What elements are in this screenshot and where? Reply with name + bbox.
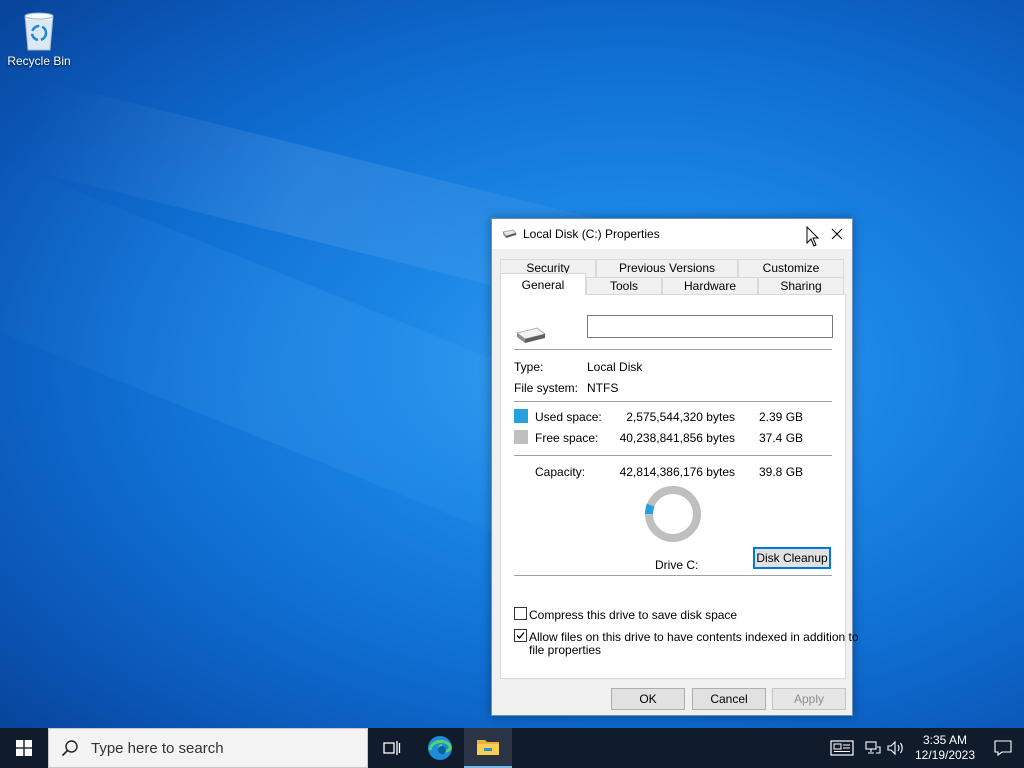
- network-icon: [865, 741, 881, 754]
- notification-icon: [994, 740, 1012, 756]
- divider: [514, 575, 832, 576]
- action-center-button[interactable]: [982, 728, 1024, 768]
- tab-general[interactable]: General: [500, 273, 586, 295]
- speaker-icon: [887, 741, 903, 755]
- recycle-bin-shortcut[interactable]: Recycle Bin: [4, 8, 74, 68]
- free-space-arc: [645, 486, 701, 542]
- start-button[interactable]: [0, 728, 48, 768]
- used-space-gb: 2.39 GB: [759, 410, 804, 424]
- drive-name-input[interactable]: [587, 315, 833, 338]
- divider: [514, 401, 832, 402]
- tab-hardware[interactable]: Hardware: [662, 277, 758, 295]
- free-space-gb: 37.4 GB: [759, 431, 804, 445]
- apply-button[interactable]: Apply: [772, 688, 846, 710]
- taskbar-search-box[interactable]: Type here to search: [48, 728, 368, 768]
- volume-button[interactable]: [884, 728, 908, 768]
- compress-checkbox[interactable]: [514, 607, 527, 620]
- taskbar: Type here to search 3:35 AM 12/19/2023: [0, 728, 1024, 768]
- dialog-titlebar[interactable]: Local Disk (C:) Properties: [492, 219, 852, 249]
- file-explorer-taskbar-button[interactable]: [464, 728, 512, 768]
- search-icon: [61, 740, 78, 757]
- windows-logo-icon: [16, 740, 32, 756]
- dialog-title: Local Disk (C:) Properties: [523, 227, 660, 241]
- tab-previous-versions[interactable]: Previous Versions: [596, 259, 738, 277]
- file-system-value: NTFS: [587, 381, 619, 395]
- index-label: Allow files on this drive to have conten…: [529, 630, 859, 644]
- file-system-label: File system:: [514, 381, 579, 395]
- folder-icon: [477, 740, 499, 755]
- free-space-bytes: 40,238,841,856 bytes: [619, 431, 735, 445]
- drive-icon: [516, 327, 546, 343]
- system-tray: 3:35 AM 12/19/2023: [822, 728, 1024, 768]
- task-view-button[interactable]: [368, 728, 416, 768]
- divider: [514, 349, 832, 350]
- tab-sharing[interactable]: Sharing: [758, 277, 844, 295]
- used-space-bytes: 2,575,544,320 bytes: [626, 410, 735, 424]
- capacity-label: Capacity:: [535, 465, 586, 479]
- clock-date: 12/19/2023: [914, 748, 976, 762]
- drive-label: Drive C:: [655, 558, 699, 572]
- cancel-button[interactable]: Cancel: [692, 688, 766, 710]
- checkmark-icon: [516, 632, 525, 639]
- close-button[interactable]: [822, 219, 852, 249]
- index-checkbox[interactable]: [514, 629, 527, 642]
- close-icon: [831, 228, 843, 240]
- compress-label: Compress this drive to save disk space: [529, 608, 738, 622]
- clock-time: 3:35 AM: [922, 733, 968, 747]
- taskbar-clock[interactable]: 3:35 AM 12/19/2023: [908, 733, 982, 763]
- free-space-swatch: [514, 430, 528, 444]
- network-button[interactable]: [862, 728, 884, 768]
- disk-usage-donut: [645, 486, 701, 542]
- drive-icon: [502, 229, 517, 238]
- index-label-cont: file properties: [529, 643, 602, 657]
- used-space-label: Used space:: [535, 410, 602, 424]
- disk-cleanup-button[interactable]: Disk Cleanup: [753, 547, 831, 569]
- properties-dialog: Local Disk (C:) Properties Security Prev…: [491, 218, 859, 716]
- edge-icon: [428, 736, 452, 760]
- search-placeholder: Type here to search: [91, 739, 224, 757]
- mouse-cursor-icon: [806, 226, 820, 247]
- type-value: Local Disk: [587, 360, 643, 374]
- used-space-swatch: [514, 409, 528, 423]
- type-label: Type:: [514, 360, 544, 374]
- general-tab-panel: Type: Local Disk File system: NTFS Used …: [500, 294, 859, 679]
- news-icon: [830, 740, 854, 756]
- ok-button[interactable]: OK: [611, 688, 685, 710]
- capacity-bytes: 42,814,386,176 bytes: [619, 465, 735, 479]
- free-space-label: Free space:: [535, 431, 599, 445]
- divider: [514, 455, 832, 456]
- task-view-icon: [383, 741, 401, 755]
- tab-strip: Security Previous Versions Customize Gen…: [500, 259, 844, 295]
- tab-customize[interactable]: Customize: [738, 259, 844, 277]
- recycle-bin-label: Recycle Bin: [7, 54, 71, 68]
- tab-tools[interactable]: Tools: [586, 277, 662, 295]
- edge-taskbar-button[interactable]: [416, 728, 464, 768]
- news-button[interactable]: [822, 728, 862, 768]
- recycle-bin-icon: [24, 12, 54, 51]
- capacity-gb: 39.8 GB: [759, 465, 804, 479]
